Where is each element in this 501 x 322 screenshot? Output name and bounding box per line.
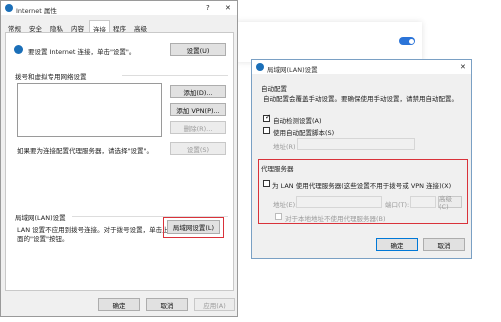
bypass-local-checkbox[interactable]: [275, 213, 282, 220]
auto-detect-checkbox[interactable]: ✓: [263, 113, 271, 122]
lan-close-icon[interactable]: ✕: [460, 63, 466, 71]
lan-button-highlight: [163, 217, 224, 238]
internet-properties-window: Internet 属性 ? ✕ 常规 安全 隐私 内容 连接 程序 高级 要设置…: [0, 0, 238, 317]
proxy-address-label: 地址(E):: [273, 201, 298, 209]
toggle-knob: [408, 38, 414, 44]
background-toggle[interactable]: [399, 37, 415, 45]
bypass-local-label: 对于本地地址不使用代理服务器(B): [285, 215, 386, 223]
window-title: Internet 属性: [16, 6, 57, 15]
proxy-heading: 代理服务器: [261, 165, 294, 173]
lan-settings-dialog: 局域网(LAN)设置 ✕ 自动配置 自动配置会覆盖手动设置。要确保使用手动设置，…: [251, 59, 472, 259]
advanced-button[interactable]: 高级(C): [438, 195, 462, 211]
port-label: 端口(T):: [385, 201, 410, 209]
ok-button[interactable]: 确定: [98, 298, 140, 311]
auto-script-checkbox[interactable]: [263, 127, 270, 134]
settings-button[interactable]: 设置(S): [170, 142, 226, 155]
lan-globe-icon: [256, 63, 264, 71]
use-proxy-checkbox[interactable]: [263, 180, 270, 187]
lan-cancel-button[interactable]: 取消: [423, 238, 465, 251]
auto-config-description: 自动配置会覆盖手动设置。要确保使用手动设置，请禁用自动配置。: [263, 95, 458, 103]
proxy-hint: 如果要为连接配置代理服务器，请选择"设置"。: [17, 147, 153, 155]
heading-divider: [122, 75, 228, 76]
globe-connect-icon: [14, 45, 23, 54]
title-bar: Internet 属性 ? ✕: [1, 1, 237, 15]
lan-dialog-title: 局域网(LAN)设置: [267, 65, 318, 74]
tab-strip: 常规 安全 隐私 内容 连接 程序 高级: [5, 20, 235, 34]
help-icon[interactable]: ?: [206, 4, 210, 12]
tab-page: 要设置 Internet 连接，单击"设置"。 设置(U) 拨号和虚拟专用网络设…: [5, 32, 234, 291]
script-address-field[interactable]: [297, 138, 415, 150]
internet-globe-icon: [5, 4, 13, 12]
script-address-label: 地址(R): [273, 143, 296, 151]
lan-description-line-2: 面的"设置"按钮。: [17, 235, 69, 243]
delete-button[interactable]: 删除(R)...: [170, 121, 226, 134]
background-window: [236, 22, 422, 62]
close-icon[interactable]: ✕: [225, 4, 231, 12]
checkmark-icon: ✓: [265, 113, 271, 121]
tab-connections[interactable]: 连接: [89, 20, 110, 34]
auto-script-label: 使用自动配置脚本(S): [273, 129, 335, 137]
dialup-heading: 拨号和虚拟专用网络设置: [15, 73, 87, 81]
use-proxy-label: 为 LAN 使用代理服务器(这些设置不用于拨号或 VPN 连接)(X): [272, 182, 452, 190]
port-field[interactable]: [410, 196, 436, 208]
lan-title-bar: 局域网(LAN)设置 ✕: [252, 60, 471, 74]
lan-ok-button[interactable]: 确定: [376, 238, 418, 251]
proxy-address-field[interactable]: [296, 196, 382, 208]
cancel-button[interactable]: 取消: [146, 298, 188, 311]
connections-list[interactable]: [17, 83, 162, 137]
apply-button[interactable]: 应用(A): [194, 298, 235, 311]
lan-heading: 局域网(LAN)设置: [15, 214, 66, 222]
add-button[interactable]: 添加(D)...: [170, 85, 226, 98]
setup-button[interactable]: 设置(U): [170, 43, 226, 56]
setup-text: 要设置 Internet 连接，单击"设置"。: [28, 48, 136, 56]
auto-detect-label: 自动检测设置(A): [273, 117, 322, 125]
auto-config-heading: 自动配置: [261, 85, 287, 93]
add-vpn-button[interactable]: 添加 VPN(P)...: [170, 103, 226, 116]
